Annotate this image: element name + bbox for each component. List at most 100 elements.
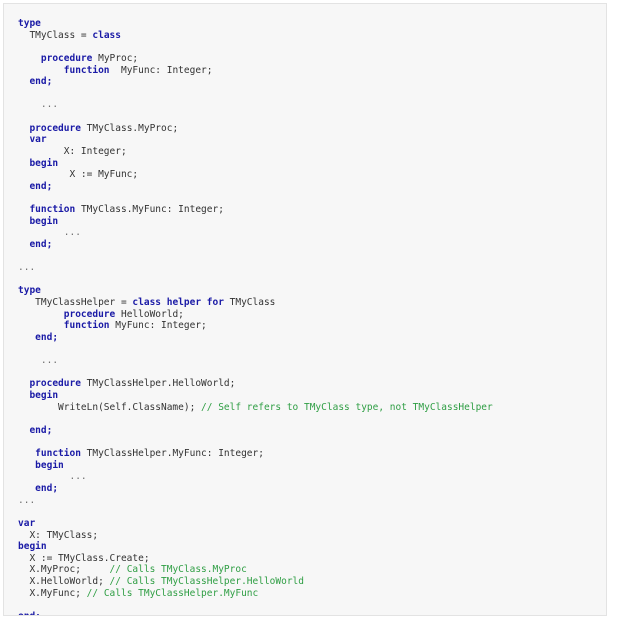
code-token-kw: type (18, 285, 41, 297)
code-token-pun (18, 576, 29, 587)
code-line: ... (18, 99, 596, 111)
code-token-kw: end; (18, 611, 41, 615)
code-token-dots: ... (18, 494, 36, 506)
code-line: ... (18, 355, 596, 367)
code-token-cmt: // Self refers to TMyClass type, not TMy… (201, 401, 493, 413)
code-token-kw: end; (35, 331, 59, 343)
code-block[interactable]: type TMyClass = class procedure MyProc; … (4, 4, 606, 615)
code-line: ... (18, 495, 596, 507)
code-line: begin (18, 390, 596, 402)
code-token-pun (18, 239, 29, 250)
code-token-kw: var (18, 517, 36, 529)
code-token-dots: ... (69, 471, 87, 483)
code-line: begin (18, 541, 596, 553)
code-token-id: MyFunc: Integer; (109, 320, 207, 332)
code-line: ... (18, 471, 596, 483)
code-token-pun (18, 483, 35, 494)
code-token-dots: ... (18, 262, 36, 274)
code-token-pun (18, 181, 29, 192)
code-line: end; (18, 239, 596, 251)
code-line: end; (18, 76, 596, 88)
code-token-pun (18, 402, 58, 413)
code-token-kw: procedure (29, 122, 81, 134)
code-token-id: X.MyProc; (29, 564, 110, 576)
code-token-pun (18, 471, 69, 482)
code-token-kw: function (35, 448, 81, 460)
code-line: var (18, 518, 596, 530)
code-token-pun (18, 53, 41, 64)
code-token-pun (18, 76, 29, 87)
code-token-pun (18, 146, 64, 157)
code-token-pun (18, 123, 29, 134)
code-token-pun (18, 530, 29, 541)
code-token-pun (18, 297, 35, 308)
code-token-pun (18, 390, 29, 401)
code-token-kw: class (92, 29, 121, 41)
code-token-kw: procedure (63, 308, 116, 320)
code-token-kw: end; (29, 180, 53, 192)
code-token-cmt: // Calls TMyClassHelper.HelloWorld (109, 576, 304, 587)
code-token-id: X: TMyClass; (29, 529, 99, 541)
code-line: X.MyProc; // Calls TMyClass.MyProc (18, 564, 596, 576)
code-line: end; (18, 332, 596, 344)
code-token-pun (18, 588, 29, 599)
code-token-id: WriteLn(Self.ClassName); (58, 401, 202, 413)
code-token-id: TMyClass.MyFunc: Integer; (75, 204, 224, 215)
code-token-pun (18, 65, 64, 76)
code-token-pun (18, 448, 35, 459)
code-token-pun (18, 378, 29, 389)
code-line: begin (18, 158, 596, 170)
code-token-pun (18, 332, 35, 343)
code-line: X.MyFunc; // Calls TMyClassHelper.MyFunc (18, 588, 596, 600)
code-token-id: X.HelloWorld; (29, 576, 110, 587)
code-token-kw: begin (29, 157, 59, 169)
code-line: end; (18, 611, 596, 615)
code-snippet-card: type TMyClass = class procedure MyProc; … (3, 3, 607, 616)
code-token-pun (18, 309, 64, 320)
code-line: function TMyClass.MyFunc: Integer; (18, 204, 596, 216)
code-token-kw: end; (35, 483, 59, 494)
code-token-id: X.MyFunc; (29, 587, 87, 599)
code-token-pun (18, 227, 64, 238)
code-token-id: TMyClass (223, 297, 276, 308)
code-token-pun (18, 564, 29, 575)
code-token-id: X: Integer; (63, 145, 127, 157)
code-line: procedure MyProc; (18, 53, 596, 65)
code-token-pun (18, 134, 29, 145)
code-line: function MyFunc: Integer; (18, 65, 596, 77)
code-line: procedure TMyClassHelper.HelloWorld; (18, 378, 596, 390)
code-line: X := TMyClass.Create; (18, 553, 596, 565)
code-line: end; (18, 181, 596, 193)
code-token-pun (18, 30, 29, 41)
code-token-dots: ... (40, 99, 59, 111)
code-line: procedure TMyClass.MyProc; (18, 123, 596, 135)
code-line: var (18, 134, 596, 146)
code-line: end; (18, 425, 596, 437)
code-token-kw: procedure (29, 378, 81, 390)
code-token-pun (18, 553, 29, 564)
code-token-cmt: // Calls TMyClass.MyProc (109, 564, 247, 576)
code-token-kw: begin (29, 215, 59, 227)
code-line: type (18, 18, 596, 30)
code-line: type (18, 285, 596, 297)
code-token-pun (18, 355, 41, 366)
code-line: X := MyFunc; (18, 169, 596, 181)
code-token-id: MyFunc: Integer; (109, 64, 213, 76)
code-token-kw: end; (29, 238, 53, 250)
code-token-pun (18, 320, 64, 331)
code-token-pun (18, 169, 69, 180)
code-token-kw: function (63, 64, 110, 76)
code-token-id: TMyClass = (29, 29, 93, 41)
code-token-id: X := TMyClass.Create; (29, 552, 150, 564)
code-token-id: X := MyFunc; (69, 169, 139, 181)
code-line: procedure HelloWorld; (18, 309, 596, 321)
code-token-id: HelloWorld; (115, 308, 184, 320)
